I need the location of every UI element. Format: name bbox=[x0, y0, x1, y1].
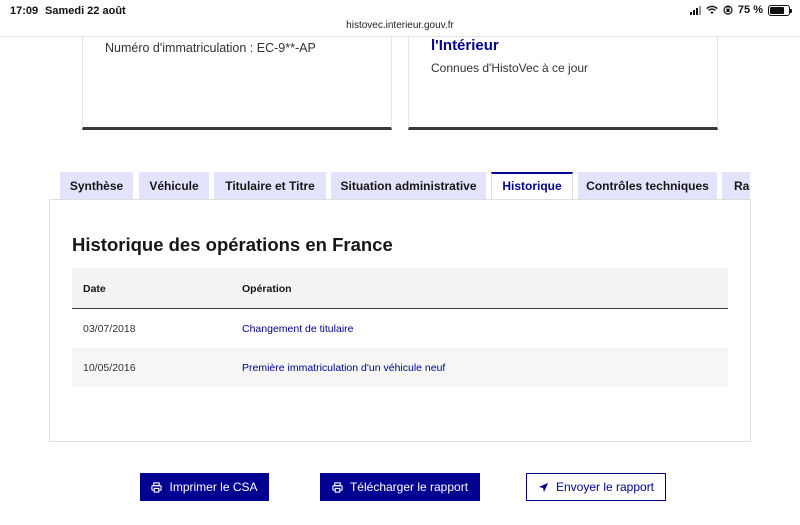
row-date: 03/07/2018 bbox=[83, 323, 136, 335]
interior-card: l'Intérieur Connues d'HistoVec à ce jour bbox=[408, 37, 718, 130]
table-row: 10/05/2016 Première immatriculation d'un… bbox=[72, 348, 728, 387]
download-report-label: Télécharger le rapport bbox=[349, 480, 469, 494]
status-bar: 17:09 Samedi 22 août 75 % bbox=[0, 0, 800, 22]
send-arrow-icon bbox=[538, 482, 549, 492]
tab-titulaire-titre[interactable]: Titulaire et Titre bbox=[214, 172, 326, 200]
download-report-button[interactable]: Télécharger le rapport bbox=[320, 473, 480, 501]
url-text: histovec.interieur.gouv.fr bbox=[346, 20, 454, 31]
wifi-icon bbox=[706, 5, 718, 14]
table-header: Date Opération bbox=[72, 268, 728, 309]
row-date: 10/05/2016 bbox=[83, 362, 136, 374]
tab-controles-techniques[interactable]: Contrôles techniques bbox=[578, 172, 717, 200]
printer-icon bbox=[332, 481, 343, 493]
printer-icon bbox=[151, 481, 163, 493]
address-bar[interactable]: histovec.interieur.gouv.fr bbox=[0, 20, 800, 37]
send-report-label: Envoyer le rapport bbox=[555, 480, 655, 494]
tab-vehicule[interactable]: Véhicule bbox=[139, 172, 209, 200]
registration-card: Numéro d'immatriculation : EC-9**-AP bbox=[82, 37, 392, 130]
tab-situation-administrative[interactable]: Situation administrative bbox=[331, 172, 486, 200]
tab-historique[interactable]: Historique bbox=[491, 172, 573, 200]
column-header-operation: Opération bbox=[242, 283, 292, 295]
battery-icon bbox=[768, 4, 792, 16]
orientation-lock-icon bbox=[723, 5, 733, 15]
cellular-signal-icon bbox=[689, 5, 701, 15]
status-time: 17:09 bbox=[10, 5, 39, 17]
status-indicators: 75 % bbox=[689, 4, 792, 16]
status-date: Samedi 22 août bbox=[45, 5, 126, 17]
row-operation-link[interactable]: Première immatriculation d'un véhicule n… bbox=[242, 362, 445, 374]
row-operation-link[interactable]: Changement de titulaire bbox=[242, 323, 354, 335]
print-csa-label: Imprimer le CSA bbox=[169, 480, 258, 494]
panel-title: Historique des opérations en France bbox=[72, 234, 393, 255]
table-row: 03/07/2018 Changement de titulaire bbox=[72, 309, 728, 348]
card-heading: l'Intérieur bbox=[431, 37, 499, 54]
registration-number: Numéro d'immatriculation : EC-9**-AP bbox=[105, 41, 316, 55]
tab-rapport[interactable]: Rapport bbox=[722, 172, 750, 200]
operations-table: Date Opération 03/07/2018 Changement de … bbox=[72, 268, 728, 387]
tab-bar: Synthèse Véhicule Titulaire et Titre Sit… bbox=[60, 172, 750, 200]
send-report-button[interactable]: Envoyer le rapport bbox=[526, 473, 666, 501]
tab-synthese[interactable]: Synthèse bbox=[60, 172, 133, 200]
battery-percent: 75 % bbox=[737, 4, 763, 16]
history-panel: Historique des opérations en France Date… bbox=[49, 199, 751, 442]
print-csa-button[interactable]: Imprimer le CSA bbox=[140, 473, 269, 501]
card-subtitle: Connues d'HistoVec à ce jour bbox=[431, 61, 589, 75]
column-header-date: Date bbox=[83, 283, 106, 295]
